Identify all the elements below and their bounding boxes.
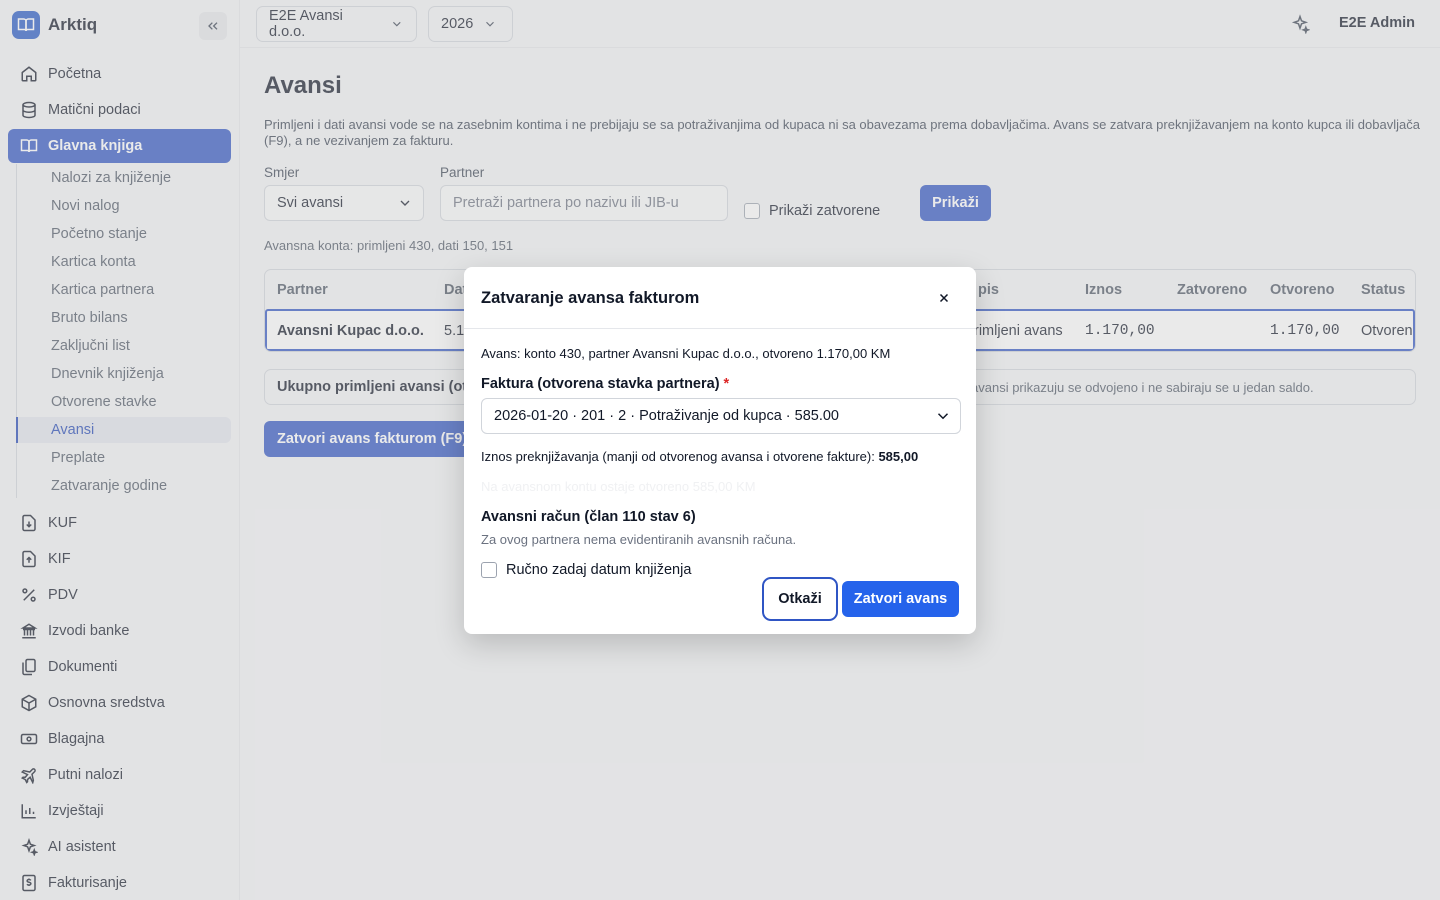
dialog-divider (464, 328, 976, 329)
manual-date-label: Ručno zadaj datum knjiženja (506, 562, 692, 578)
advance-invoice-title: Avansni račun (član 110 stav 6) (481, 509, 696, 525)
remaining-note: Na avansnom kontu ostaje otvoreno 585,00… (481, 479, 756, 494)
transfer-amount-text: Iznos preknjižavanja (manji od otvorenog… (481, 449, 875, 464)
advance-info: Avans: konto 430, partner Avansni Kupac … (481, 346, 891, 361)
transfer-amount-value: 585,00 (878, 449, 919, 464)
close-icon[interactable] (935, 289, 953, 307)
dialog-title: Zatvaranje avansa fakturom (481, 289, 700, 307)
advance-invoice-note: Za ovog partnera nema evidentiranih avan… (481, 532, 797, 547)
close-advance-dialog: Zatvaranje avansa fakturom Avans: konto … (464, 267, 976, 634)
required-mark: * (723, 376, 730, 392)
transfer-amount: Iznos preknjižavanja (manji od otvorenog… (481, 449, 918, 464)
manual-date-toggle[interactable]: Ručno zadaj datum knjiženja (481, 562, 691, 578)
invoice-label: Faktura (otvorena stavka partnera) * (481, 376, 729, 392)
invoice-label-text: Faktura (otvorena stavka partnera) (481, 376, 720, 392)
confirm-close-advance-button[interactable]: Zatvori avans (842, 581, 959, 617)
chevron-down-icon (937, 413, 949, 420)
manual-date-checkbox[interactable] (481, 562, 497, 578)
invoice-select[interactable]: 2026-01-20 · 201 · 2 · Potraživanje od k… (481, 398, 961, 434)
invoice-select-value: 2026-01-20 · 201 · 2 · Potraživanje od k… (494, 408, 839, 424)
cancel-button[interactable]: Otkaži (762, 577, 838, 621)
